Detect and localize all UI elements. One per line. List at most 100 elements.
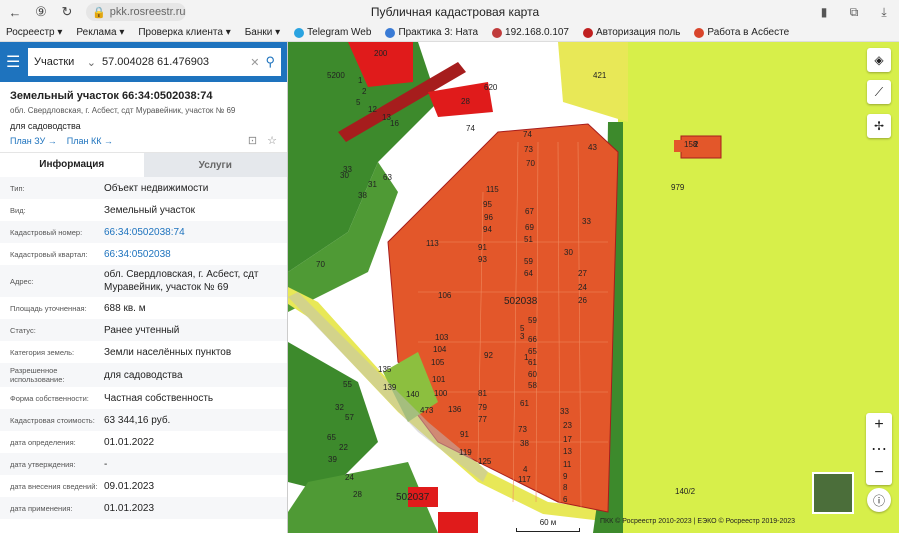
clear-icon[interactable]: ✕ [250,56,259,69]
parcel-number-label: 24 [578,283,587,292]
parcel-number-label: 27 [578,269,587,278]
property-row: Статус: Ранее учтенный [0,319,287,341]
plan-zu-link[interactable]: План ЗУ → [10,136,57,146]
property-key: Площадь уточненная: [10,303,87,313]
parcel-number-label: 16 [390,119,399,128]
back-icon[interactable]: ← [4,1,26,23]
property-row: Адрес: обл. Свердловская, г. Асбест, сдт … [0,265,287,297]
download-icon[interactable]: ⤓ [875,2,893,22]
property-key: Кадастровый квартал: [10,249,88,259]
parcel-card: Земельный участок 66:34:0502038:74 обл. … [0,82,287,153]
bookmark-item[interactable]: Проверка клиента ▾ [138,27,230,38]
parcel-number-label: 135 [378,365,392,374]
property-key: дата определения: [10,437,76,447]
property-value[interactable]: 66:34:0502038 [104,248,277,261]
parcel-number-label: 96 [484,213,493,222]
bookmark-item[interactable]: Авторизация поль [583,27,680,38]
plan-kk-link[interactable]: План КК → [67,136,113,146]
bookmark-label: Реклама ▾ [76,27,125,38]
property-row: Категория земель: Земли населённых пункто… [0,341,287,363]
parcel-number-label: 11 [563,460,572,469]
parcel-number-label: 60 [528,370,537,379]
property-key: дата утверждения: [10,459,76,469]
parcel-number-label: 77 [478,415,487,424]
bookmark-item[interactable]: Практика 3: Ната [385,27,478,38]
parcel-number-label: 117 [518,475,531,484]
property-row: Площадь уточненная: 688 кв. м [0,297,287,319]
bookmark-item[interactable]: Telegram Web [294,27,371,38]
parcel-number-label: 51 [524,235,533,244]
bookmark-label: Банки ▾ [244,27,281,38]
bookmark-label: Telegram Web [307,27,372,38]
parcel-number-label: 3 [520,332,525,341]
layers-icon[interactable]: ◈ [867,48,891,72]
bookmark-item[interactable]: 192.168.0.107 [492,27,569,38]
parcel-number-label: 73 [518,425,527,434]
zoom-more-icon[interactable]: ⋯ [866,437,892,461]
property-value: 09.01.2023 [104,480,155,492]
properties-list: Тип: Объект недвижимости Вид: Земельный уча… [0,177,287,519]
zoom-out-icon[interactable]: − [866,461,892,485]
bookmark-item[interactable]: Реклама ▾ [76,27,124,38]
property-value: 688 кв. м [104,302,146,314]
parcel-number-label: 91 [478,243,487,252]
parcel-number-label: 26 [578,296,587,305]
property-row: дата внесения сведений: 09.01.2023 [0,475,287,497]
ruler-icon[interactable]: ⟋ [867,80,891,104]
menu-icon[interactable]: ☰ [6,52,20,72]
parcel-number-label: 73 [524,145,533,154]
extensions-icon[interactable]: ⧉ [845,2,863,22]
property-row: Тип: Объект недвижимости [0,177,287,199]
parcel-purpose: для садоводства [10,121,81,131]
parcel-number-label: 39 [328,455,337,464]
tab-info[interactable]: Информация [0,153,144,177]
property-value[interactable]: 66:34:0502038:74 [104,226,277,239]
search-icon[interactable]: ⚲ [265,54,275,70]
parcel-number-label: 421 [593,71,607,80]
parcel-number-label: 33 [582,217,591,226]
info-panel: ☰ Участки ⌄ 57.004028 61.476903 ✕ ⚲ Земе… [0,42,288,533]
browser-toolbar: ← ⑨ ↻ 🔒 pkk.rosreestr.ru Публичная кадас… [0,0,899,24]
parcel-title: Земельный участок 66:34:0502038:74 [10,90,213,102]
bookmark-item[interactable]: Банки ▾ [245,27,280,38]
star-icon[interactable]: ☆ [267,134,277,147]
locate-icon[interactable]: ✢ [867,114,891,138]
yandex-icon[interactable]: ⑨ [30,1,52,23]
parcel-number-label: 12 [368,105,377,114]
parcel-number-label: 9 [563,472,568,481]
property-value: Ранее учтенный [104,324,180,336]
bookmark-favicon [492,27,503,38]
bookmark-icon[interactable]: ▮ [815,2,833,22]
bookmark-label: Практика 3: Ната [398,27,479,38]
parcel-number-label: 79 [478,403,487,412]
info-icon[interactable]: ⓘ [867,488,891,512]
zoom-in-icon[interactable]: + [866,413,892,437]
property-value: обл. Свердловская, г. Асбест, сдт Мураве… [104,269,259,293]
search-type-select[interactable]: Участки ⌄ [34,56,96,69]
tab-services[interactable]: Услуги [143,153,287,177]
page-title: Публичная кадастровая карта [370,5,540,19]
property-key: Вид: [10,205,26,215]
parcel-number-label: 101 [432,375,446,384]
parcel-number-label: 119 [459,448,472,457]
bookmark-item[interactable]: Росреестр ▾ [6,27,62,38]
parcel-number-label: 43 [588,143,597,152]
property-key: Адрес: [10,276,34,286]
search-input[interactable]: 57.004028 61.476903 [102,56,244,68]
parcel-number-label: 70 [526,159,535,168]
parcel-number-label: 65 [327,433,336,442]
parcel-number-label: 31 [368,180,377,189]
zoom-to-parcel-icon[interactable]: ⊡ [248,134,257,147]
parcel-number-label: 30 [564,248,573,257]
parcel-number-label: 104 [433,345,447,354]
parcel-number-label: 64 [524,269,533,278]
parcel-number-label: 59 [524,257,533,266]
reload-icon[interactable]: ↻ [56,1,78,23]
minimap[interactable] [812,472,854,514]
address-bar[interactable]: 🔒 pkk.rosreestr.ru [86,3,186,21]
property-value: 01.01.2022 [104,436,155,448]
cadastral-map[interactable]: 74 73 43 70 115 95 96 94 67 69 51 33 113 91 93 59 64 30 27… [288,42,899,533]
bookmark-item[interactable]: Работа в Асбесте [694,27,789,38]
parcel-number-label: 38 [358,191,367,200]
parcel-number-label: 69 [525,223,534,232]
